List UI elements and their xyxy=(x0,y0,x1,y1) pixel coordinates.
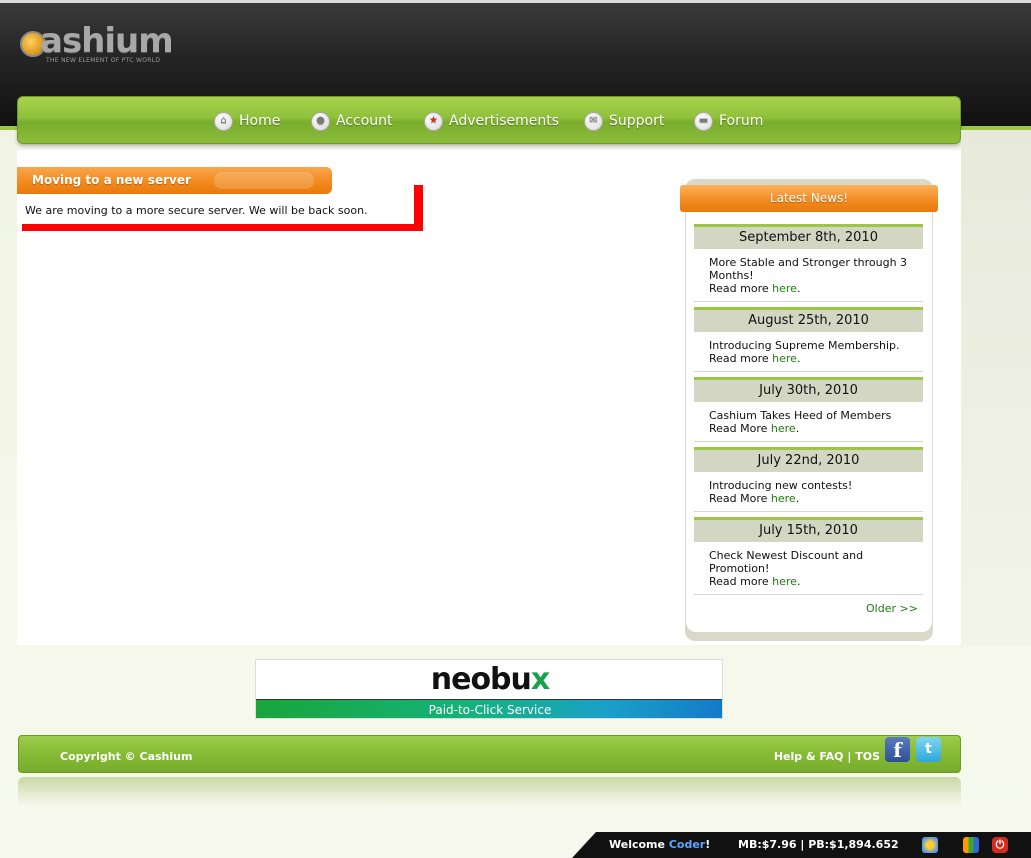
notice-title: Moving to a new server xyxy=(32,173,191,187)
news-item: July 22nd, 2010 Introducing new contests… xyxy=(694,447,923,512)
news-date: July 30th, 2010 xyxy=(694,377,923,402)
news-item: August 25th, 2010 Introducing Supreme Me… xyxy=(694,307,923,372)
news-item: July 15th, 2010 Check Newest Discount an… xyxy=(694,517,923,595)
news-read-more: Read More xyxy=(709,422,771,435)
nav-home-label: Home xyxy=(239,113,281,129)
news-date: September 8th, 2010 xyxy=(694,224,923,249)
news-read-more: Read more xyxy=(709,575,773,588)
welcome-text: Welcome Coder! xyxy=(609,838,710,851)
news-item: July 30th, 2010 Cashium Takes Heed of Me… xyxy=(694,377,923,442)
news-text: Cashium Takes Heed of Members xyxy=(709,409,892,422)
page-side-margin xyxy=(961,130,1031,646)
nav-support[interactable]: ✉ Support xyxy=(584,109,664,133)
referrals-icon[interactable] xyxy=(922,837,938,853)
news-punct: . xyxy=(796,352,801,365)
footer-separator: | xyxy=(843,750,856,763)
welcome-suffix: ! xyxy=(705,838,711,851)
news-body: Cashium Takes Heed of Members Read More … xyxy=(694,402,923,442)
neobux-banner[interactable]: neobux Paid-to-Click Service xyxy=(255,659,723,719)
banner-tagline: Paid-to-Click Service xyxy=(256,699,722,718)
nav-advertisements[interactable]: ★ Advertisements xyxy=(424,109,559,133)
logo-tagline: THE NEW ELEMENT OF PTC WORLD xyxy=(46,57,161,64)
news-text: Check Newest Discount and Promotion! xyxy=(709,549,864,575)
circuit-decoration-icon xyxy=(214,172,314,189)
nav-account-label: Account xyxy=(336,113,393,129)
news-punct: . xyxy=(796,575,801,588)
news-read-more: Read more xyxy=(709,282,773,295)
news-punct: . xyxy=(795,492,800,505)
nav-support-label: Support xyxy=(609,113,665,129)
neobux-logo-main: neobu xyxy=(430,662,532,697)
cashium-logo[interactable]: ashium THE NEW ELEMENT OF PTC WORLD xyxy=(6,17,176,73)
news-here-link[interactable]: here xyxy=(772,575,797,588)
user-status-bar: Welcome Coder! MB:$7.96 | PB:$1,894.652 … xyxy=(572,832,1031,858)
logout-power-icon[interactable]: ⏻ xyxy=(992,837,1008,853)
news-here-link[interactable]: here xyxy=(771,422,796,435)
news-item: September 8th, 2010 More Stable and Stro… xyxy=(694,224,923,302)
main-nav: ⌂ Home ● Account ★ Advertisements ✉ Supp… xyxy=(17,96,961,144)
red-annotation-underline xyxy=(22,224,423,231)
news-read-more: Read More xyxy=(709,492,771,505)
copyright-text: Copyright © Cashium xyxy=(60,750,193,763)
help-faq-link[interactable]: Help & FAQ xyxy=(774,750,844,763)
tos-link[interactable]: TOS xyxy=(855,750,880,763)
mail-icon: ✉ xyxy=(584,111,603,131)
welcome-prefix: Welcome xyxy=(609,838,669,851)
balance-readout: MB:$7.96 | PB:$1,894.652 xyxy=(738,838,899,851)
stats-chart-icon[interactable] xyxy=(963,837,979,853)
username-link[interactable]: Coder xyxy=(669,838,705,851)
red-annotation-side xyxy=(414,185,423,231)
footer-bar: Copyright © Cashium Help & FAQ | TOS f t xyxy=(18,735,961,773)
news-here-link[interactable]: here xyxy=(772,352,797,365)
news-read-more: Read more xyxy=(709,352,773,365)
neobux-logo-x: x xyxy=(530,662,550,697)
neobux-logo: neobux xyxy=(256,662,722,697)
news-text: Introducing Supreme Membership. xyxy=(709,339,900,352)
news-here-link[interactable]: here xyxy=(772,282,797,295)
news-date: July 22nd, 2010 xyxy=(694,447,923,472)
nav-advertisements-label: Advertisements xyxy=(449,113,560,129)
star-icon: ★ xyxy=(424,111,443,131)
news-body: Introducing Supreme Membership. Read mor… xyxy=(694,332,923,372)
chat-icon: ▬ xyxy=(694,111,713,131)
home-icon: ⌂ xyxy=(214,111,233,131)
nav-home[interactable]: ⌂ Home xyxy=(214,109,280,133)
footer-reflection xyxy=(18,777,961,807)
footer-links: Help & FAQ | TOS xyxy=(774,750,880,763)
news-punct: . xyxy=(796,282,801,295)
twitter-icon[interactable]: t xyxy=(916,737,941,762)
news-text: Introducing new contests! xyxy=(709,479,853,492)
logo-text: ashium xyxy=(40,21,174,61)
news-here-link[interactable]: here xyxy=(771,492,796,505)
news-body: Check Newest Discount and Promotion! Rea… xyxy=(694,542,923,595)
facebook-icon[interactable]: f xyxy=(885,737,910,762)
nav-forum[interactable]: ▬ Forum xyxy=(694,109,763,133)
user-icon: ● xyxy=(311,111,330,131)
notice-title-bar: Moving to a new server xyxy=(17,167,332,194)
nav-account[interactable]: ● Account xyxy=(311,109,393,133)
news-body: More Stable and Stronger through 3 Month… xyxy=(694,249,923,302)
news-date: July 15th, 2010 xyxy=(694,517,923,542)
news-date: August 25th, 2010 xyxy=(694,307,923,332)
news-punct: . xyxy=(795,422,800,435)
notice-text: We are moving to a more secure server. W… xyxy=(25,204,368,217)
older-news-link[interactable]: Older >> xyxy=(866,602,918,615)
news-body: Introducing new contests! Read More here… xyxy=(694,472,923,512)
news-header: Latest News! xyxy=(680,185,938,212)
nav-forum-label: Forum xyxy=(719,113,764,129)
news-text: More Stable and Stronger through 3 Month… xyxy=(709,256,908,282)
